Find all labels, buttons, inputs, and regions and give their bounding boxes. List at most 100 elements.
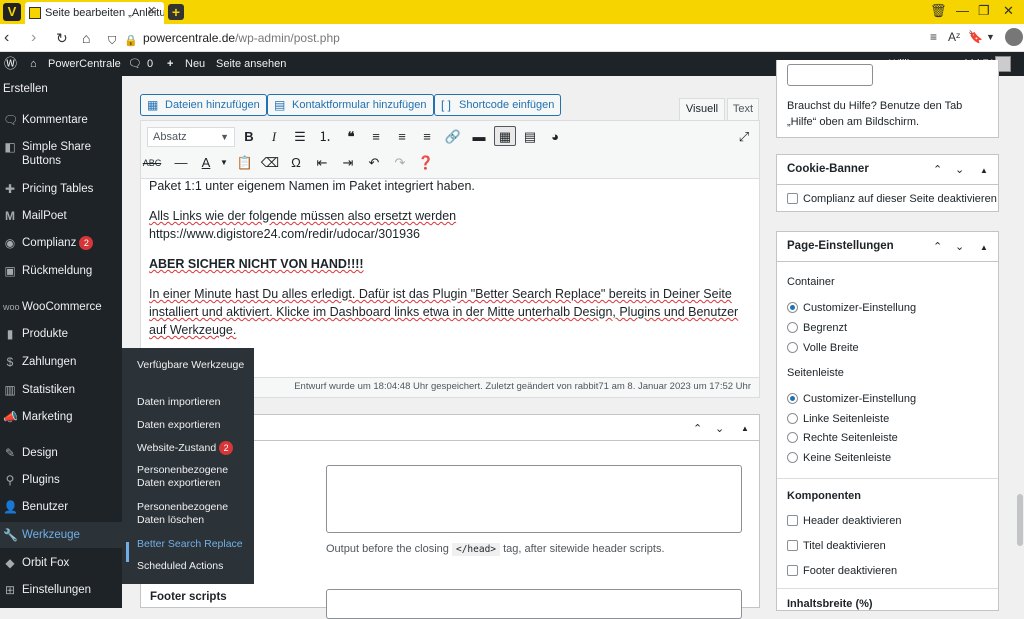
add-contact-form-button[interactable]: ▤ Kontaktformular hinzufügen xyxy=(267,94,434,116)
move-up-icon[interactable]: ⌃ xyxy=(933,241,942,253)
flyout-item-site-health[interactable]: Website-Zustand 2 xyxy=(137,441,249,455)
trash-icon[interactable]: 🗑 xyxy=(930,3,947,19)
read-more-icon[interactable]: ▬ xyxy=(468,127,490,147)
toolbar-toggle-icon[interactable]: ▦ xyxy=(494,126,516,146)
align-center-icon[interactable]: ≡ xyxy=(391,127,413,147)
flyout-item-better-search-replace[interactable]: Better Search Replace xyxy=(137,538,249,551)
sidebar-item-werkzeuge[interactable]: 🔧 Werkzeuge xyxy=(0,522,122,548)
shield-icon[interactable]: ⛉ xyxy=(108,32,116,50)
tab-close-icon[interactable]: ✕ xyxy=(147,6,156,17)
align-left-icon[interactable]: ≡ xyxy=(365,127,387,147)
help-icon[interactable]: ❓ xyxy=(415,153,437,173)
add-files-button[interactable]: ▦ Dateien hinzufügen xyxy=(140,94,267,116)
move-up-icon[interactable]: ⌃ xyxy=(693,423,702,435)
sidebar-option-customizer[interactable]: Customizer-Einstellung xyxy=(787,393,916,406)
reload-icon[interactable]: ↻ xyxy=(56,29,68,47)
container-option-customizer[interactable]: Customizer-Einstellung xyxy=(787,302,916,315)
sidebar-option-left[interactable]: Linke Seitenleiste xyxy=(787,413,889,426)
align-right-icon[interactable]: ≡ xyxy=(416,127,438,147)
container-option-begrenzt[interactable]: Begrenzt xyxy=(787,322,847,335)
scrollbar-thumb[interactable] xyxy=(1017,494,1023,546)
view-page-link[interactable]: Seite ansehen xyxy=(216,52,286,76)
flyout-item-available-tools[interactable]: Verfügbare Werkzeuge xyxy=(137,359,249,372)
radio[interactable] xyxy=(787,432,798,443)
new-link[interactable]: Neu xyxy=(185,52,205,76)
outdent-icon[interactable]: ⇤ xyxy=(311,153,333,173)
special-char-icon[interactable]: Ω xyxy=(285,153,307,173)
comment-icon[interactable]: 🗨 xyxy=(128,52,142,76)
link-icon[interactable]: 🔗 xyxy=(442,127,464,147)
url-field[interactable]: powercentrale.de/wp-admin/post.php xyxy=(143,31,340,45)
chevron-down-icon[interactable]: ▼ xyxy=(213,153,235,173)
complianz-disable-checkbox[interactable]: Complianz auf dieser Seite deaktivieren xyxy=(787,193,997,206)
flyout-item-export[interactable]: Daten exportieren xyxy=(137,419,249,432)
move-down-icon[interactable]: ⌄ xyxy=(715,423,724,435)
paste-text-icon[interactable]: 📋 xyxy=(234,153,256,173)
bookmark-icon[interactable]: 🔖 xyxy=(968,30,983,44)
bullet-list-icon[interactable]: ☰ xyxy=(289,127,311,147)
wordpress-logo-icon[interactable]: Ⓦ xyxy=(4,52,17,76)
help-field[interactable] xyxy=(787,64,873,86)
fullscreen-icon[interactable]: ⤢ xyxy=(733,127,755,147)
form-insert-icon[interactable]: ▤ xyxy=(519,127,541,147)
move-down-icon[interactable]: ⌄ xyxy=(955,241,964,253)
window-close-icon[interactable]: ✕ xyxy=(1003,3,1014,19)
move-up-icon[interactable]: ⌃ xyxy=(933,164,942,176)
vivaldi-logo-icon[interactable]: V xyxy=(3,3,21,21)
numbered-list-icon[interactable]: ⒈ xyxy=(314,127,336,147)
checkbox[interactable] xyxy=(787,193,798,204)
bold-icon[interactable]: B xyxy=(238,127,260,147)
footer-scripts-textarea[interactable] xyxy=(326,589,742,619)
radio[interactable] xyxy=(787,342,798,353)
collapse-icon[interactable]: ▲ xyxy=(980,165,988,177)
flyout-item-scheduled-actions[interactable]: Scheduled Actions xyxy=(137,560,249,573)
collapse-icon[interactable]: ▲ xyxy=(741,423,749,435)
sidebar-option-none[interactable]: Keine Seitenleiste xyxy=(787,452,891,465)
flyout-item-erase-personal[interactable]: Personenbezogene Daten löschen xyxy=(137,501,249,527)
minimize-icon[interactable]: — xyxy=(956,3,969,19)
horizontal-line-icon[interactable]: — xyxy=(170,153,192,173)
checkbox[interactable] xyxy=(787,540,798,551)
flyout-item-import[interactable]: Daten importieren xyxy=(137,396,249,409)
radio[interactable] xyxy=(787,393,798,404)
back-icon[interactable]: ‹ xyxy=(4,29,9,47)
radio[interactable] xyxy=(787,452,798,463)
component-footer-checkbox[interactable]: Footer deaktivieren xyxy=(787,565,897,578)
lock-icon[interactable]: 🔒 xyxy=(124,32,138,50)
add-shortcode-button[interactable]: [ ] Shortcode einfügen xyxy=(434,94,562,116)
radio[interactable] xyxy=(787,413,798,424)
checkbox[interactable] xyxy=(787,515,798,526)
header-scripts-textarea[interactable] xyxy=(326,465,742,533)
component-title-checkbox[interactable]: Titel deaktivieren xyxy=(787,540,886,553)
format-select[interactable]: Absatz ▼ xyxy=(147,127,235,147)
flyout-item-export-personal[interactable]: Personenbezogene Daten exportieren xyxy=(137,464,249,490)
site-name-link[interactable]: PowerCentrale xyxy=(48,52,121,76)
home-icon[interactable]: ⌂ xyxy=(82,29,90,47)
undo-icon[interactable]: ↶ xyxy=(363,153,385,173)
tab-text[interactable]: Text xyxy=(727,98,759,120)
translate-icon[interactable]: Aᶻ xyxy=(948,30,960,44)
redo-icon[interactable]: ↷ xyxy=(389,153,411,173)
browser-tab[interactable]: Seite bearbeiten „Anleitung xyxy=(25,2,164,24)
strikethrough-icon[interactable]: ABC xyxy=(141,153,163,173)
reader-icon[interactable]: ≡ xyxy=(930,30,937,44)
indent-icon[interactable]: ⇥ xyxy=(337,153,359,173)
comments-count[interactable]: 0 xyxy=(147,52,153,76)
radio[interactable] xyxy=(787,322,798,333)
move-down-icon[interactable]: ⌄ xyxy=(955,164,964,176)
clear-format-icon[interactable]: ⌫ xyxy=(259,153,281,173)
italic-icon[interactable]: I xyxy=(263,127,285,147)
tab-visual[interactable]: Visuell xyxy=(679,98,725,120)
collapse-icon[interactable]: ▲ xyxy=(980,242,988,254)
component-header-checkbox[interactable]: Header deaktivieren xyxy=(787,515,901,528)
pie-chart-icon[interactable]: ◕ xyxy=(544,127,566,147)
radio[interactable] xyxy=(787,302,798,313)
forward-icon[interactable]: › xyxy=(31,29,36,47)
blockquote-icon[interactable]: ❝ xyxy=(340,127,362,147)
container-option-volle-breite[interactable]: Volle Breite xyxy=(787,342,859,355)
sidebar-option-right[interactable]: Rechte Seitenleiste xyxy=(787,432,898,445)
checkbox[interactable] xyxy=(787,565,798,576)
new-tab-icon[interactable]: + xyxy=(168,4,184,20)
restore-icon[interactable]: ❐ xyxy=(978,3,990,19)
profile-avatar[interactable] xyxy=(1005,28,1023,46)
